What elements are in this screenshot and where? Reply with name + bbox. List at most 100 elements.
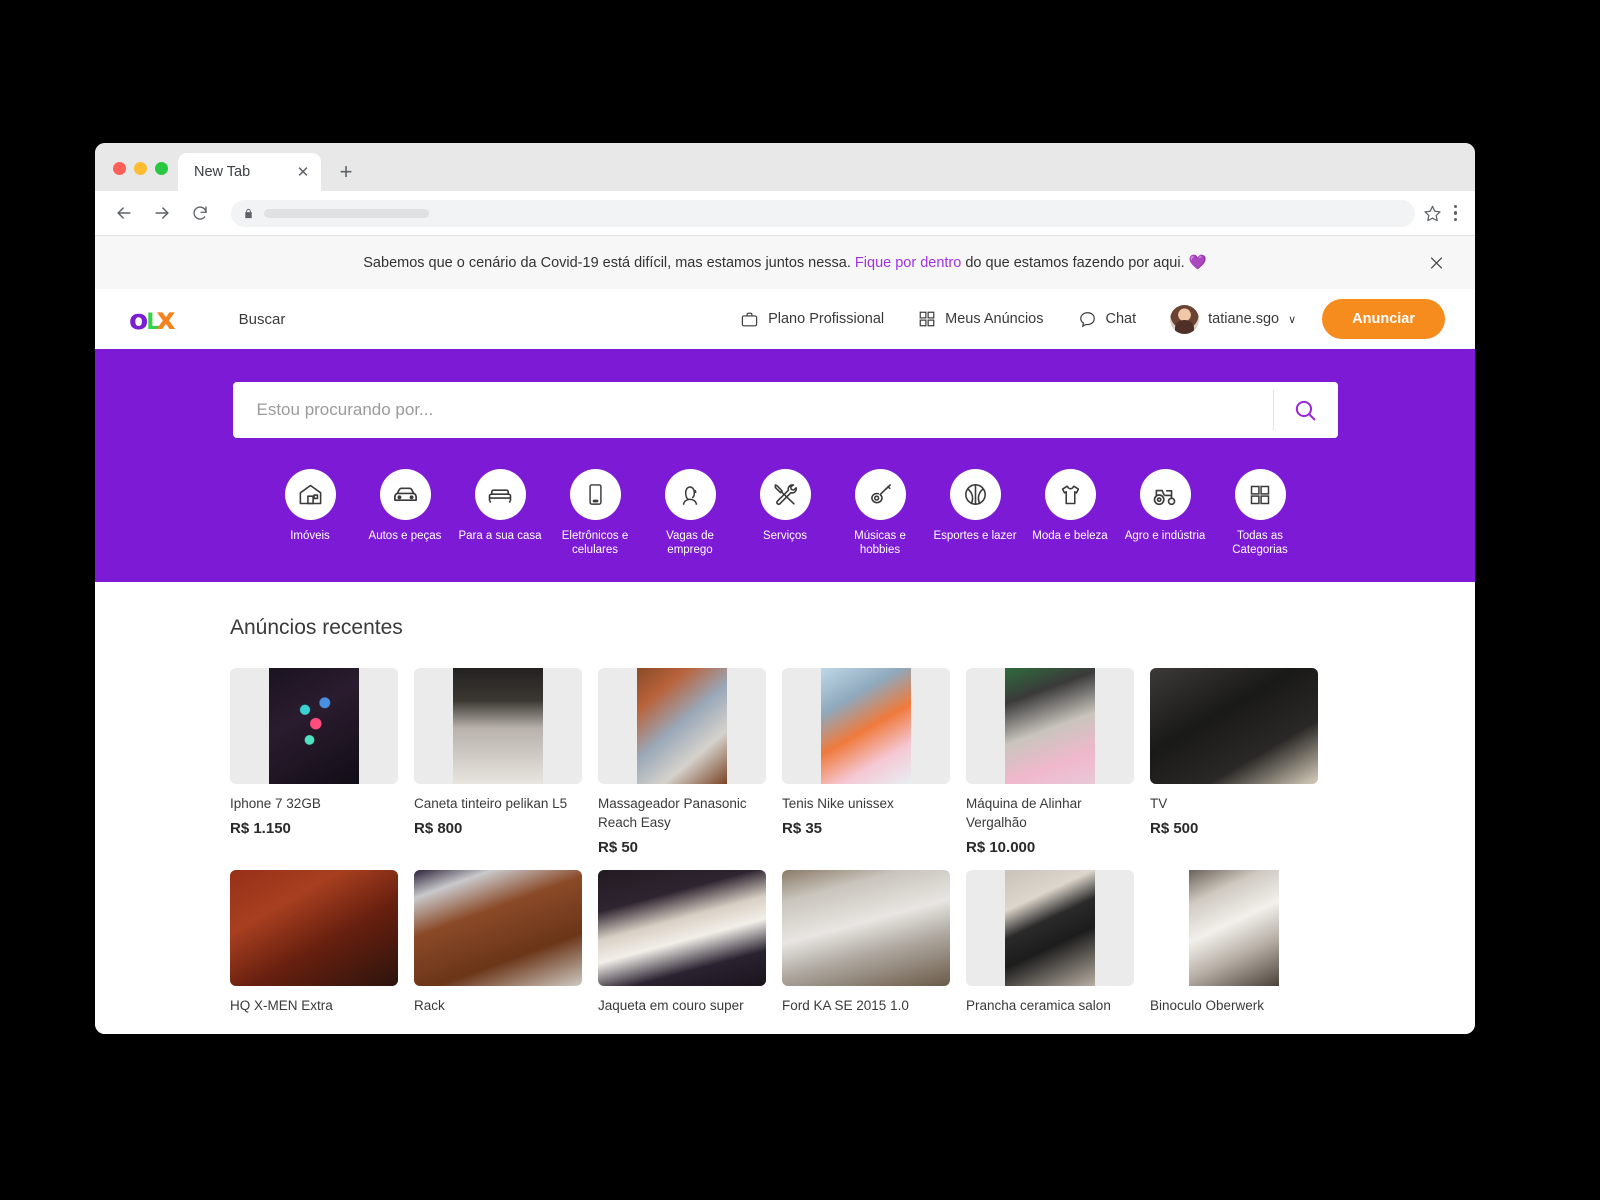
window-traffic-lights [95,162,168,191]
product-title: Caneta tinteiro pelikan L5 [414,795,568,811]
product-thumbnail[interactable] [966,667,1134,784]
category-musicas-e-hobbies-label: Músicas e hobbies [854,530,906,557]
product-card[interactable]: Rack [414,870,582,1015]
product-title: Tenis Nike unissex [782,795,894,811]
category-vagas-de-emprego[interactable]: Vagas de emprego [643,469,738,558]
category-moda-e-beleza[interactable]: Moda e beleza [1023,469,1118,558]
product-image [782,870,950,987]
covid-text-after: do que estamos fazendo por aqui. [961,255,1189,271]
covid-notice-text: Sabemos que o cenário da Covid-19 está d… [363,254,1206,271]
smartphone-icon [569,469,621,520]
bookmark-star-icon[interactable] [1423,204,1442,223]
product-card[interactable]: Jaqueta em couro super [598,870,766,1015]
category-esportes-e-lazer[interactable]: Esportes e lazer [928,469,1023,558]
search-button[interactable] [1273,382,1338,438]
reload-icon[interactable] [185,198,215,228]
product-thumbnail[interactable] [966,870,1134,987]
user-name-label: tatiane.sgo [1208,311,1280,327]
product-card[interactable]: Ford KA SE 2015 1.0 [782,870,950,1015]
search-row [95,382,1475,438]
category-agro-e-industria[interactable]: Agro e indústria [1118,469,1213,558]
product-card[interactable]: Binoculo Oberwerk [1150,870,1318,1015]
nav-meus-anuncios[interactable]: Meus Anúncios [918,310,1044,328]
product-image [820,667,912,784]
browser-tab-strip: New Tab ✕ + [95,143,1475,191]
product-thumbnail[interactable] [1150,870,1318,987]
product-image [452,667,544,784]
browser-menu-icon[interactable] [1450,203,1462,224]
close-banner-icon[interactable] [1428,254,1445,271]
listings-section: Anúncios recentes Iphone 7 32GB R$ 1.150 C… [95,581,1475,1016]
category-esportes-e-lazer-label: Esportes e lazer [933,530,1017,542]
product-card[interactable]: TV R$ 500 [1150,667,1318,856]
nav-chat-label: Chat [1105,311,1137,327]
product-thumbnail[interactable] [1150,667,1318,784]
category-servicos[interactable]: Serviços [738,469,833,558]
product-card[interactable]: Prancha ceramica salon [966,870,1134,1015]
user-menu[interactable]: tatiane.sgo ∨ [1170,304,1296,334]
product-card[interactable]: Tenis Nike unissex R$ 35 [782,667,950,856]
product-thumbnail[interactable] [414,870,582,987]
product-thumbnail[interactable] [782,667,950,784]
site-header: oLx Buscar Plano Profissional Meus Anúnc… [95,289,1475,349]
close-window-button[interactable] [113,162,126,175]
maximize-window-button[interactable] [155,162,168,175]
new-tab-button[interactable]: + [335,161,357,183]
product-title: HQ X-MEN Extra [230,998,333,1014]
category-imoveis[interactable]: Imóveis [263,469,358,558]
minimize-window-button[interactable] [134,162,147,175]
browser-window: New Tab ✕ + Sabemos que o cenário da Cov… [95,143,1475,1034]
address-bar-url [264,208,429,218]
product-image [230,870,398,987]
anunciar-button[interactable]: Anunciar [1322,299,1445,339]
covid-text-before: Sabemos que o cenário da Covid-19 está d… [363,255,855,271]
product-thumbnail[interactable] [598,870,766,987]
nav-meus-anuncios-label: Meus Anúncios [945,311,1044,327]
address-bar[interactable] [231,199,1415,227]
product-thumbnail[interactable] [598,667,766,784]
search-input[interactable] [232,382,1273,438]
product-card[interactable]: Iphone 7 32GB R$ 1.150 [230,667,398,856]
nav-chat[interactable]: Chat [1078,310,1137,329]
category-moda-e-beleza-label: Moda e beleza [1032,530,1108,542]
product-title: Rack [414,998,445,1014]
briefcase-icon [740,310,759,329]
category-todas-as-categorias-label: Todas as Categorias [1232,530,1288,557]
product-thumbnail[interactable] [414,667,582,784]
product-image [1004,667,1096,784]
category-agro-e-industria-label: Agro e indústria [1124,530,1206,542]
product-card[interactable]: Máquina de Alinhar Vergalhão R$ 10.000 [966,667,1134,856]
product-card[interactable]: Massageador Panasonic Reach Easy R$ 50 [598,667,766,857]
covid-learn-more-link[interactable]: Fique por dentro [855,255,961,271]
grid-icon [1234,469,1286,520]
product-price: R$ 1.150 [230,819,291,837]
olx-logo[interactable]: oLx [129,302,176,337]
close-tab-icon[interactable]: ✕ [295,165,311,180]
product-thumbnail[interactable] [782,870,950,987]
nav-plano-profissional[interactable]: Plano Profissional [740,310,884,329]
back-icon[interactable] [109,198,139,228]
browser-toolbar [95,191,1475,236]
product-title: Máquina de Alinhar Vergalhão [966,795,1082,830]
category-eletronicos-e-celulares[interactable]: Eletrônicos e celulares [548,469,643,558]
product-card[interactable]: Caneta tinteiro pelikan L5 R$ 800 [414,667,582,856]
category-musicas-e-hobbies[interactable]: Músicas e hobbies [833,469,928,558]
category-todas-as-categorias[interactable]: Todas as Categorias [1213,469,1308,558]
product-title: Ford KA SE 2015 1.0 [782,998,909,1014]
browser-tab[interactable]: New Tab ✕ [178,153,321,191]
category-imoveis-label: Imóveis [290,530,330,542]
lock-icon [243,207,254,220]
product-price: R$ 50 [598,839,639,857]
product-thumbnail[interactable] [230,870,398,987]
product-card[interactable]: HQ X-MEN Extra [230,870,398,1015]
product-image [1188,870,1280,987]
product-price: R$ 500 [1150,819,1199,837]
category-para-a-sua-casa[interactable]: Para a sua casa [453,469,548,558]
forward-icon[interactable] [147,198,177,228]
product-title: Jaqueta em couro super [598,998,744,1014]
product-thumbnail[interactable] [230,667,398,784]
nav-buscar-link[interactable]: Buscar [239,311,286,328]
car-icon [379,469,431,520]
category-autos-e-pecas[interactable]: Autos e peças [358,469,453,558]
page-title: Anúncios recentes [230,615,403,639]
